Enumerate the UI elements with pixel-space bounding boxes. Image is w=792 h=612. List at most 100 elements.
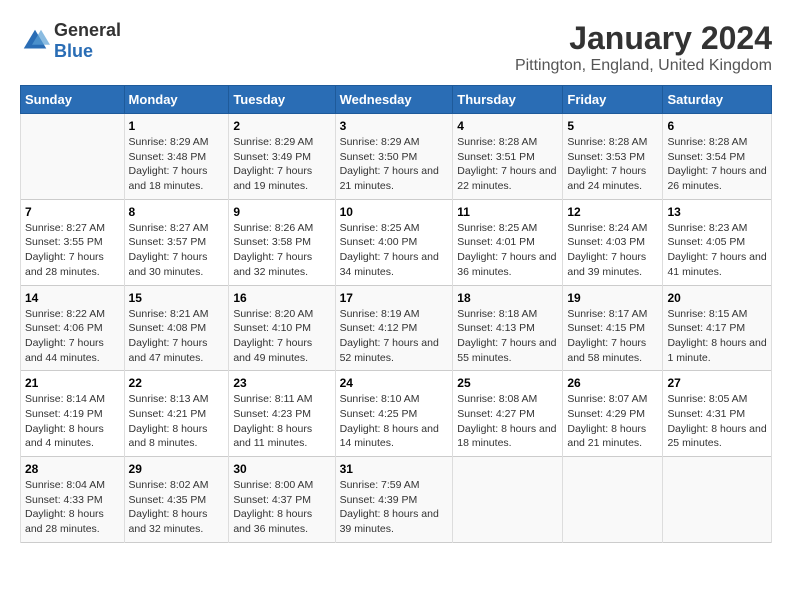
day-number: 4: [457, 119, 558, 133]
day-info: Sunrise: 8:00 AM Sunset: 4:37 PM Dayligh…: [233, 478, 330, 537]
calendar-cell-w0-d6: 6 Sunrise: 8:28 AM Sunset: 3:54 PM Daylig…: [663, 114, 772, 200]
calendar-cell-w0-d2: 2 Sunrise: 8:29 AM Sunset: 3:49 PM Daylig…: [229, 114, 335, 200]
day-number: 25: [457, 376, 558, 390]
day-number: 12: [567, 205, 658, 219]
day-number: 23: [233, 376, 330, 390]
calendar-cell-w1-d3: 10 Sunrise: 8:25 AM Sunset: 4:00 PM Dayli…: [335, 199, 453, 285]
day-number: 8: [129, 205, 225, 219]
day-number: 2: [233, 119, 330, 133]
day-number: 7: [25, 205, 120, 219]
day-info: Sunrise: 8:29 AM Sunset: 3:49 PM Dayligh…: [233, 135, 330, 194]
calendar-cell-w2-d5: 19 Sunrise: 8:17 AM Sunset: 4:15 PM Dayli…: [563, 285, 663, 371]
day-number: 22: [129, 376, 225, 390]
calendar-cell-w1-d5: 12Sunrise: 8:24 AM Sunset: 4:03 PM Dayli…: [563, 199, 663, 285]
header-thursday: Thursday: [453, 86, 563, 114]
day-info: Sunrise: 8:29 AM Sunset: 3:48 PM Dayligh…: [129, 135, 225, 194]
logo-icon: [20, 26, 50, 56]
day-info: Sunrise: 8:28 AM Sunset: 3:54 PM Dayligh…: [667, 135, 767, 194]
calendar-cell-w0-d5: 5 Sunrise: 8:28 AM Sunset: 3:53 PM Daylig…: [563, 114, 663, 200]
day-number: 1: [129, 119, 225, 133]
calendar-cell-w2-d2: 16Sunrise: 8:20 AM Sunset: 4:10 PM Dayli…: [229, 285, 335, 371]
day-info: Sunrise: 8:10 AM Sunset: 4:25 PM Dayligh…: [340, 392, 449, 451]
calendar-cell-w1-d0: 7 Sunrise: 8:27 AM Sunset: 3:55 PM Daylig…: [21, 199, 125, 285]
day-number: 28: [25, 462, 120, 476]
day-number: 5: [567, 119, 658, 133]
day-info: Sunrise: 8:22 AM Sunset: 4:06 PM Dayligh…: [25, 307, 120, 366]
calendar-cell-w1-d1: 8Sunrise: 8:27 AM Sunset: 3:57 PM Daylig…: [124, 199, 229, 285]
calendar-cell-w3-d1: 22 Sunrise: 8:13 AM Sunset: 4:21 PM Dayli…: [124, 371, 229, 457]
calendar-cell-w3-d0: 21Sunrise: 8:14 AM Sunset: 4:19 PM Dayli…: [21, 371, 125, 457]
day-info: Sunrise: 8:17 AM Sunset: 4:15 PM Dayligh…: [567, 307, 658, 366]
logo-blue: Blue: [54, 41, 93, 61]
calendar-cell-w0-d1: 1 Sunrise: 8:29 AM Sunset: 3:48 PM Daylig…: [124, 114, 229, 200]
day-info: Sunrise: 8:29 AM Sunset: 3:50 PM Dayligh…: [340, 135, 449, 194]
day-info: Sunrise: 8:11 AM Sunset: 4:23 PM Dayligh…: [233, 392, 330, 451]
day-info: Sunrise: 8:02 AM Sunset: 4:35 PM Dayligh…: [129, 478, 225, 537]
calendar-cell-w3-d3: 24 Sunrise: 8:10 AM Sunset: 4:25 PM Dayli…: [335, 371, 453, 457]
calendar-cell-w3-d4: 25Sunrise: 8:08 AM Sunset: 4:27 PM Dayli…: [453, 371, 563, 457]
calendar-cell-w2-d3: 17 Sunrise: 8:19 AM Sunset: 4:12 PM Dayli…: [335, 285, 453, 371]
calendar-cell-w4-d0: 28 Sunrise: 8:04 AM Sunset: 4:33 PM Dayli…: [21, 457, 125, 543]
day-info: Sunrise: 8:18 AM Sunset: 4:13 PM Dayligh…: [457, 307, 558, 366]
day-number: 19: [567, 291, 658, 305]
calendar-cell-w1-d4: 11Sunrise: 8:25 AM Sunset: 4:01 PM Dayli…: [453, 199, 563, 285]
calendar-cell-w2-d4: 18 Sunrise: 8:18 AM Sunset: 4:13 PM Dayli…: [453, 285, 563, 371]
day-number: 17: [340, 291, 449, 305]
calendar-cell-w0-d0: [21, 114, 125, 200]
calendar-cell-w2-d1: 15Sunrise: 8:21 AM Sunset: 4:08 PM Dayli…: [124, 285, 229, 371]
day-info: Sunrise: 8:28 AM Sunset: 3:51 PM Dayligh…: [457, 135, 558, 194]
day-info: Sunrise: 8:05 AM Sunset: 4:31 PM Dayligh…: [667, 392, 767, 451]
title-section: January 2024 Pittington, England, United…: [515, 20, 772, 75]
day-number: 29: [129, 462, 225, 476]
calendar-cell-w4-d6: [663, 457, 772, 543]
calendar-cell-w1-d2: 9Sunrise: 8:26 AM Sunset: 3:58 PM Daylig…: [229, 199, 335, 285]
day-info: Sunrise: 8:15 AM Sunset: 4:17 PM Dayligh…: [667, 307, 767, 366]
header-monday: Monday: [124, 86, 229, 114]
day-number: 27: [667, 376, 767, 390]
header-saturday: Saturday: [663, 86, 772, 114]
day-number: 18: [457, 291, 558, 305]
calendar-cell-w2-d0: 14 Sunrise: 8:22 AM Sunset: 4:06 PM Dayli…: [21, 285, 125, 371]
calendar-week-0: 1 Sunrise: 8:29 AM Sunset: 3:48 PM Daylig…: [21, 114, 772, 200]
logo-general: General: [54, 20, 121, 40]
calendar-cell-w4-d1: 29 Sunrise: 8:02 AM Sunset: 4:35 PM Dayli…: [124, 457, 229, 543]
subtitle: Pittington, England, United Kingdom: [515, 57, 772, 75]
day-info: Sunrise: 7:59 AM Sunset: 4:39 PM Dayligh…: [340, 478, 449, 537]
day-info: Sunrise: 8:25 AM Sunset: 4:01 PM Dayligh…: [457, 221, 558, 280]
calendar-cell-w3-d2: 23 Sunrise: 8:11 AM Sunset: 4:23 PM Dayli…: [229, 371, 335, 457]
day-info: Sunrise: 8:13 AM Sunset: 4:21 PM Dayligh…: [129, 392, 225, 451]
day-number: 31: [340, 462, 449, 476]
calendar-cell-w2-d6: 20 Sunrise: 8:15 AM Sunset: 4:17 PM Dayli…: [663, 285, 772, 371]
day-number: 15: [129, 291, 225, 305]
calendar-week-3: 21Sunrise: 8:14 AM Sunset: 4:19 PM Dayli…: [21, 371, 772, 457]
calendar-cell-w4-d2: 30Sunrise: 8:00 AM Sunset: 4:37 PM Dayli…: [229, 457, 335, 543]
day-number: 20: [667, 291, 767, 305]
day-info: Sunrise: 8:25 AM Sunset: 4:00 PM Dayligh…: [340, 221, 449, 280]
calendar-week-1: 7 Sunrise: 8:27 AM Sunset: 3:55 PM Daylig…: [21, 199, 772, 285]
header-wednesday: Wednesday: [335, 86, 453, 114]
logo: General Blue: [20, 20, 121, 62]
day-number: 6: [667, 119, 767, 133]
header-tuesday: Tuesday: [229, 86, 335, 114]
day-info: Sunrise: 8:04 AM Sunset: 4:33 PM Dayligh…: [25, 478, 120, 537]
calendar-table: Sunday Monday Tuesday Wednesday Thursday…: [20, 85, 772, 543]
day-info: Sunrise: 8:28 AM Sunset: 3:53 PM Dayligh…: [567, 135, 658, 194]
calendar-week-4: 28 Sunrise: 8:04 AM Sunset: 4:33 PM Dayli…: [21, 457, 772, 543]
calendar-cell-w4-d3: 31 Sunrise: 7:59 AM Sunset: 4:39 PM Dayli…: [335, 457, 453, 543]
day-info: Sunrise: 8:19 AM Sunset: 4:12 PM Dayligh…: [340, 307, 449, 366]
calendar-header: Sunday Monday Tuesday Wednesday Thursday…: [21, 86, 772, 114]
day-info: Sunrise: 8:23 AM Sunset: 4:05 PM Dayligh…: [667, 221, 767, 280]
calendar-cell-w0-d4: 4 Sunrise: 8:28 AM Sunset: 3:51 PM Daylig…: [453, 114, 563, 200]
day-number: 16: [233, 291, 330, 305]
day-info: Sunrise: 8:27 AM Sunset: 3:55 PM Dayligh…: [25, 221, 120, 280]
calendar-cell-w0-d3: 3Sunrise: 8:29 AM Sunset: 3:50 PM Daylig…: [335, 114, 453, 200]
day-info: Sunrise: 8:26 AM Sunset: 3:58 PM Dayligh…: [233, 221, 330, 280]
day-number: 14: [25, 291, 120, 305]
calendar-body: 1 Sunrise: 8:29 AM Sunset: 3:48 PM Daylig…: [21, 114, 772, 543]
header-sunday: Sunday: [21, 86, 125, 114]
calendar-cell-w3-d6: 27 Sunrise: 8:05 AM Sunset: 4:31 PM Dayli…: [663, 371, 772, 457]
calendar-cell-w1-d6: 13Sunrise: 8:23 AM Sunset: 4:05 PM Dayli…: [663, 199, 772, 285]
header: General Blue January 2024 Pittington, En…: [20, 20, 772, 75]
day-number: 10: [340, 205, 449, 219]
day-number: 24: [340, 376, 449, 390]
